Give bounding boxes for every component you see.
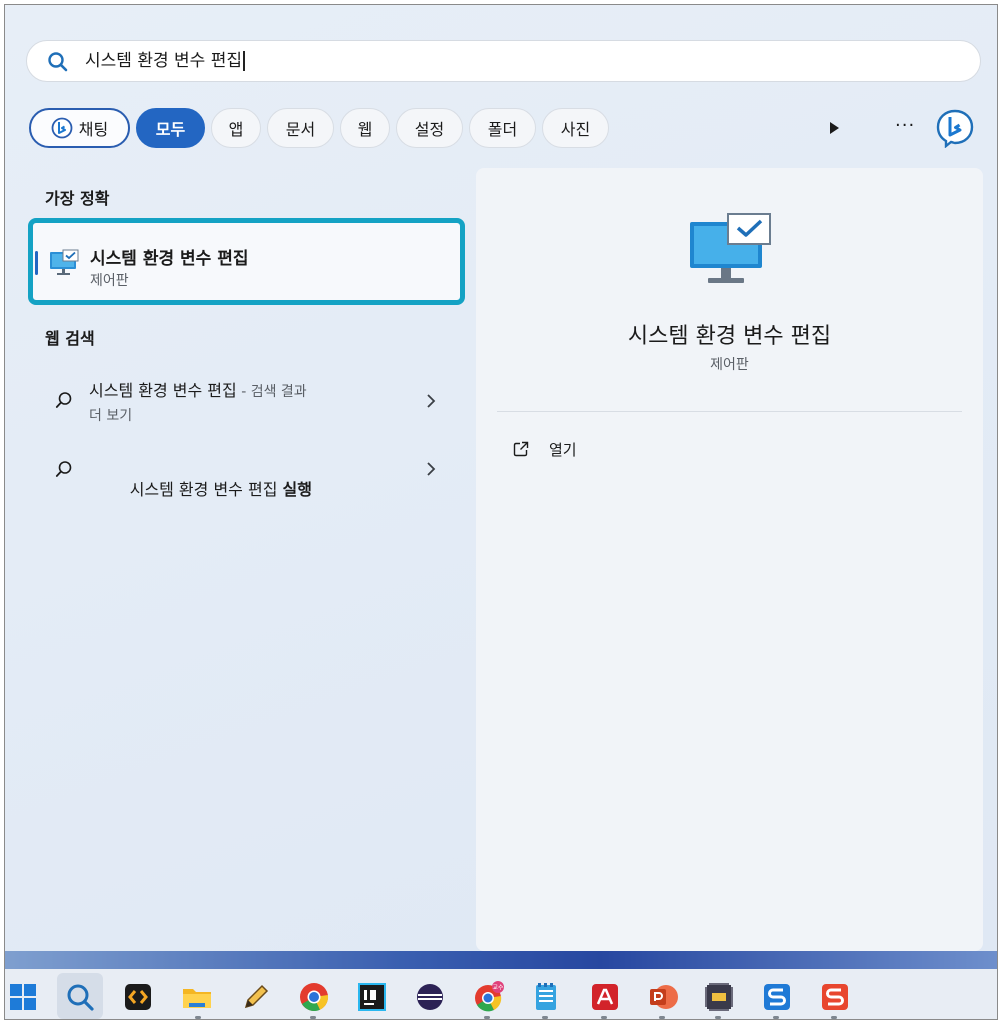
best-match-subtitle: 제어판 bbox=[90, 273, 129, 289]
search-box[interactable]: 시스템 환경 변수 편집 bbox=[26, 40, 981, 82]
web-result-run[interactable]: 시스템 환경 변수 편집 실행 bbox=[45, 455, 455, 499]
system-properties-large-icon bbox=[690, 213, 771, 283]
filter-all-label: 모두 bbox=[155, 120, 186, 139]
filter-photos[interactable]: 사진 bbox=[542, 108, 609, 148]
web-result-more-line: 더 보기 bbox=[89, 408, 133, 424]
system-properties-icon bbox=[50, 249, 79, 275]
search-input[interactable]: 시스템 환경 변수 편집 bbox=[85, 51, 245, 71]
preview-divider bbox=[497, 411, 962, 412]
preview-subtitle: 제어판 bbox=[710, 357, 749, 373]
selection-indicator bbox=[35, 251, 38, 275]
taskbar: 교수 bbox=[5, 969, 997, 1019]
start-search-panel: 시스템 환경 변수 편집 채팅 모두 앱 문서 웹 설정 폴더 사진 ··· 가… bbox=[5, 5, 997, 951]
running-indicator bbox=[310, 1016, 316, 1019]
filter-folders[interactable]: 폴더 bbox=[469, 108, 536, 148]
powerpoint-icon[interactable] bbox=[647, 981, 679, 1013]
profile-badge: 교수 bbox=[492, 985, 504, 992]
web-result-action: 실행 bbox=[282, 480, 312, 499]
app-s-red-icon[interactable] bbox=[819, 981, 851, 1013]
bing-icon[interactable] bbox=[935, 108, 975, 148]
filter-web[interactable]: 웹 bbox=[340, 108, 390, 148]
best-match-heading: 가장 정확 bbox=[45, 189, 110, 208]
chat-chip[interactable]: 채팅 bbox=[29, 108, 130, 148]
chevron-right-icon bbox=[427, 394, 436, 408]
search-icon bbox=[48, 52, 68, 72]
web-result-title: 시스템 환경 변수 편집 실행 bbox=[89, 457, 312, 519]
windows-start-icon[interactable] bbox=[7, 981, 39, 1013]
screen-frame: 시스템 환경 변수 편집 채팅 모두 앱 문서 웹 설정 폴더 사진 ··· 가… bbox=[4, 4, 998, 1020]
running-indicator bbox=[831, 1016, 837, 1019]
running-indicator bbox=[715, 1016, 721, 1019]
best-match-result[interactable]: 시스템 환경 변수 편집 제어판 bbox=[28, 218, 465, 305]
filter-documents-label: 문서 bbox=[285, 120, 316, 139]
filter-apps-label: 앱 bbox=[228, 120, 244, 139]
preview-title: 시스템 환경 변수 편집 bbox=[627, 324, 832, 349]
chevron-right-icon bbox=[427, 462, 436, 476]
open-label: 열기 bbox=[549, 441, 577, 459]
running-indicator bbox=[659, 1016, 665, 1019]
intellij-icon[interactable] bbox=[356, 981, 388, 1013]
web-result-more[interactable]: 시스템 환경 변수 편집 - 검색 결과 더 보기 bbox=[45, 377, 455, 429]
eclipse-icon[interactable] bbox=[414, 981, 446, 1013]
notepad-icon[interactable] bbox=[530, 981, 562, 1013]
filter-web-label: 웹 bbox=[357, 120, 373, 139]
filter-settings-label: 설정 bbox=[414, 120, 445, 139]
chat-chip-label: 채팅 bbox=[78, 120, 109, 139]
chrome-profile-icon[interactable]: 교수 bbox=[472, 981, 504, 1013]
web-result-suffix: - 검색 결과 bbox=[236, 384, 307, 400]
web-search-heading: 웹 검색 bbox=[45, 329, 95, 348]
filter-apps[interactable]: 앱 bbox=[211, 108, 261, 148]
file-explorer-icon[interactable] bbox=[181, 981, 213, 1013]
desktop-wallpaper bbox=[5, 951, 997, 969]
app-switch-icon[interactable] bbox=[122, 981, 154, 1013]
acrobat-icon[interactable] bbox=[589, 981, 621, 1013]
filter-settings[interactable]: 설정 bbox=[396, 108, 463, 148]
best-match-title: 시스템 환경 변수 편집 bbox=[90, 249, 249, 269]
web-result-title: 시스템 환경 변수 편집 - 검색 결과 bbox=[89, 377, 307, 401]
web-result-query: 시스템 환경 변수 편집 bbox=[129, 480, 283, 499]
app-s-blue-icon[interactable] bbox=[761, 981, 793, 1013]
open-external-icon bbox=[513, 441, 529, 457]
search-icon bbox=[67, 984, 94, 1011]
scroll-filters-icon[interactable] bbox=[827, 121, 841, 135]
ide-icon[interactable] bbox=[703, 981, 735, 1013]
running-indicator bbox=[601, 1016, 607, 1019]
filter-all[interactable]: 모두 bbox=[136, 108, 205, 148]
more-options-button[interactable]: ··· bbox=[895, 115, 915, 136]
preview-pane: 시스템 환경 변수 편집 제어판 열기 bbox=[476, 168, 983, 951]
filter-folders-label: 폴더 bbox=[487, 120, 518, 139]
running-indicator bbox=[542, 1016, 548, 1019]
running-indicator bbox=[773, 1016, 779, 1019]
bing-chat-icon bbox=[51, 117, 73, 139]
chrome-icon[interactable] bbox=[298, 981, 330, 1013]
filter-documents[interactable]: 문서 bbox=[267, 108, 334, 148]
filter-photos-label: 사진 bbox=[560, 120, 591, 139]
running-indicator bbox=[484, 1016, 490, 1019]
running-indicator bbox=[195, 1016, 201, 1019]
search-icon bbox=[55, 392, 72, 408]
web-result-query: 시스템 환경 변수 편집 bbox=[89, 381, 237, 400]
pencil-icon[interactable] bbox=[240, 981, 272, 1013]
search-icon bbox=[55, 461, 72, 477]
